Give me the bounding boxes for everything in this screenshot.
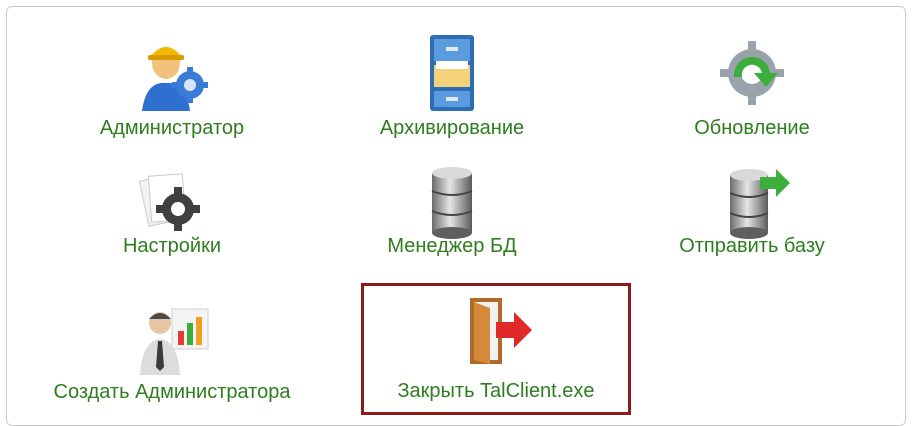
- tile-label: Отправить базу: [679, 235, 825, 257]
- settings-gear-icon: [138, 173, 200, 231]
- tile-label: Архивирование: [379, 117, 525, 139]
- tile-create-administrator[interactable]: Создать Администратора: [27, 289, 317, 409]
- file-cabinet-icon: [430, 35, 474, 111]
- update-gear-arrow-icon: [720, 41, 784, 105]
- tile-label: Закрыть TalClient.exe: [397, 380, 595, 402]
- tile-update[interactable]: Обновление: [607, 25, 897, 145]
- database-send-icon: [729, 169, 790, 239]
- tile-label: Менеджер БД: [387, 235, 517, 257]
- tile-send-database[interactable]: Отправить базу: [607, 155, 897, 275]
- database-icon: [431, 167, 473, 239]
- tile-administrator[interactable]: Администратор: [27, 25, 317, 145]
- exit-door-icon: [470, 298, 532, 364]
- tile-close-talclient[interactable]: Закрыть TalClient.exe: [361, 283, 631, 415]
- launcher-panel: Администратор Архивирование Обновление Н…: [6, 6, 906, 426]
- tile-label: Создать Администратора: [53, 381, 291, 403]
- admin-user-gear-icon: [142, 47, 208, 111]
- tile-archiving[interactable]: Архивирование: [307, 25, 597, 145]
- tile-label: Настройки: [122, 235, 222, 257]
- create-admin-chart-icon: [140, 308, 209, 375]
- tile-settings[interactable]: Настройки: [27, 155, 317, 275]
- tile-label: Администратор: [99, 117, 245, 139]
- tile-label: Обновление: [694, 117, 810, 139]
- tile-db-manager[interactable]: Менеджер БД: [307, 155, 597, 275]
